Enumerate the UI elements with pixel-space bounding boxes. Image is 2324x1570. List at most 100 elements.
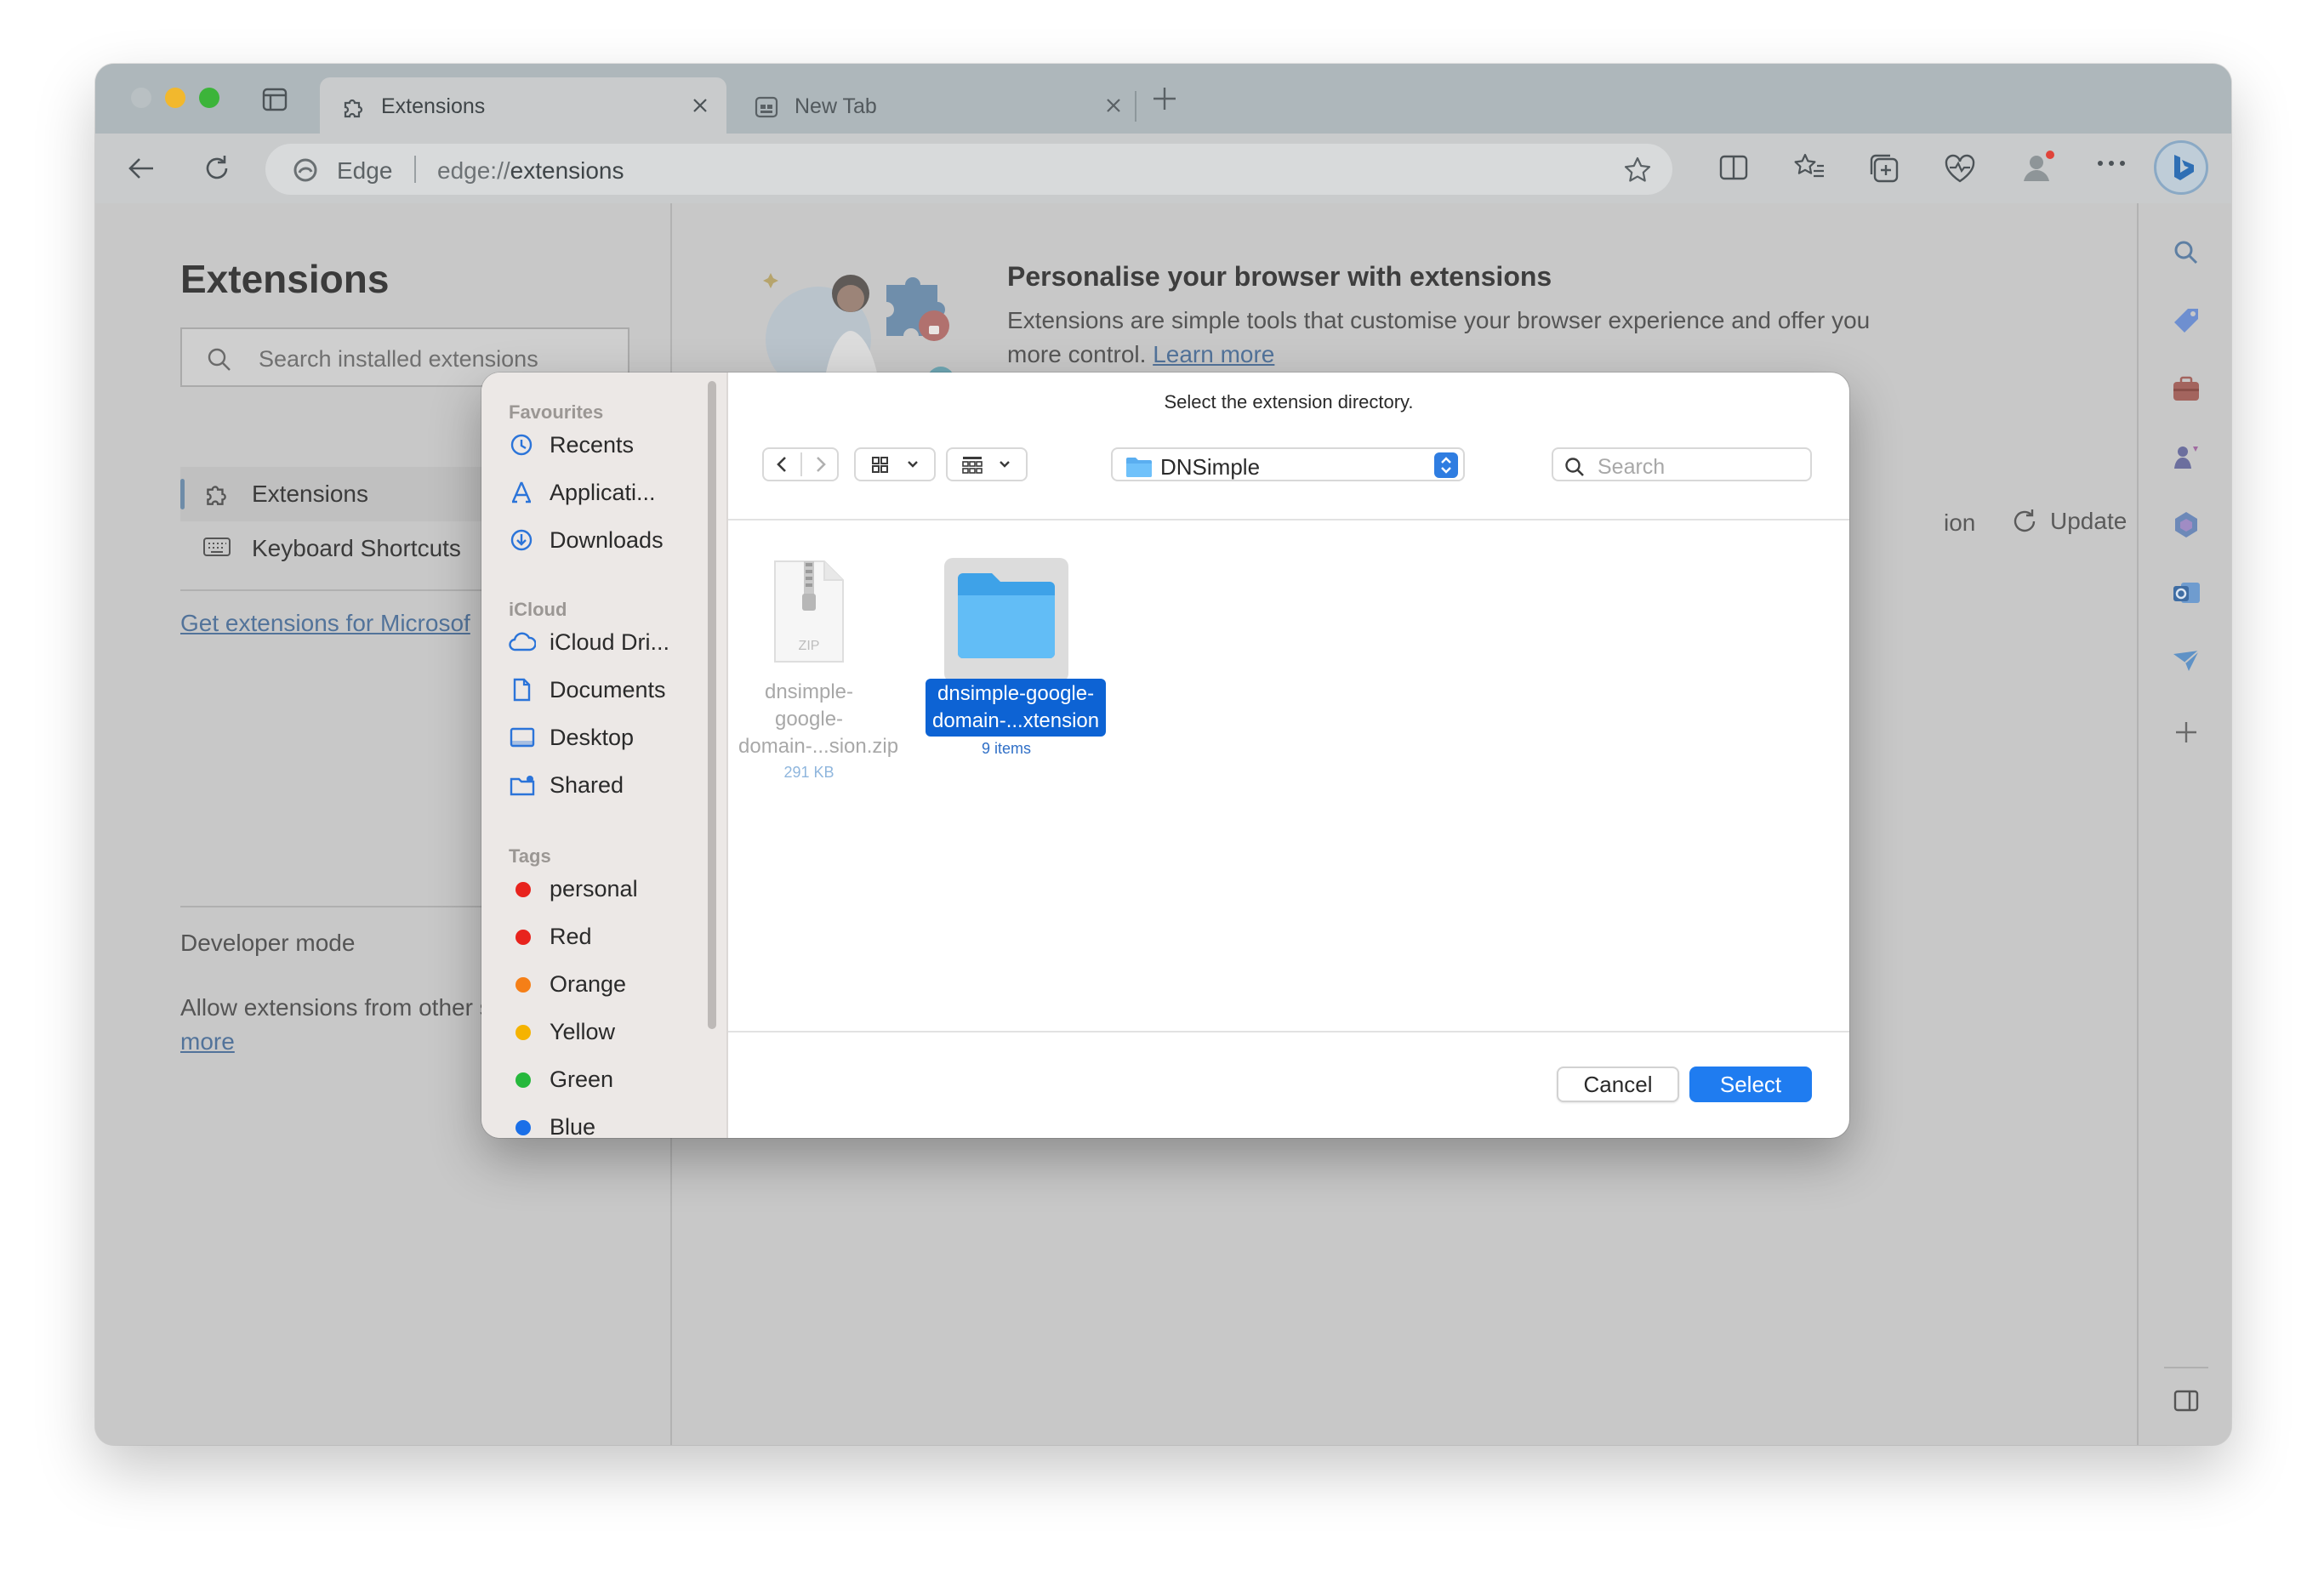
sidebar-item-desktop[interactable]: Desktop (509, 718, 704, 755)
dialog-search-field[interactable]: Search (1552, 447, 1812, 481)
games-icon[interactable] (2171, 441, 2202, 472)
sidebar-tag-blue[interactable]: Blue (509, 1107, 704, 1138)
new-tab-button[interactable] (1150, 84, 1179, 113)
update-button[interactable]: Update (2009, 506, 2127, 537)
sidebar-item-shared[interactable]: Shared (509, 765, 704, 803)
refresh-icon (2009, 506, 2040, 537)
back-button[interactable] (764, 449, 800, 480)
browser-essentials-icon[interactable] (1943, 152, 1977, 185)
red-tag-dot-icon (515, 930, 531, 945)
profile-avatar[interactable] (2019, 149, 2057, 186)
back-icon[interactable] (126, 152, 158, 185)
tab-title: Extensions (381, 94, 486, 118)
maximize-window-button[interactable] (199, 88, 219, 108)
history-nav-buttons (762, 447, 839, 481)
view-mode-dropdown[interactable] (854, 447, 936, 481)
section-header-favourites: Favourites (509, 401, 604, 423)
sidebar-tag-red[interactable]: Red (509, 917, 704, 954)
group-by-dropdown[interactable] (946, 447, 1028, 481)
yellow-tag-dot-icon (515, 1025, 531, 1040)
item-count: 9 items (981, 740, 1032, 757)
close-window-button[interactable] (131, 88, 151, 108)
sidebar-tag-personal[interactable]: personal (509, 869, 704, 907)
banner-description: Extensions are simple tools that customi… (1007, 307, 1871, 367)
developer-mode-label: Developer mode (180, 930, 356, 956)
tools-briefcase-icon[interactable] (2171, 373, 2202, 404)
page-title: Extensions (180, 257, 390, 301)
tab-actions-icon[interactable] (262, 88, 288, 111)
green-tag-dot-icon (515, 1072, 531, 1088)
minimize-window-button[interactable] (165, 88, 185, 108)
toolbar: Edge edge://extensions (95, 134, 2231, 203)
tab-separator (1135, 91, 1136, 122)
sidebar-item-applications[interactable]: Applicati... (509, 473, 704, 510)
get-extensions-link[interactable]: Get extensions for Microsof (180, 610, 470, 637)
sidebar-tag-orange[interactable]: Orange (509, 964, 704, 1002)
microsoft-365-icon[interactable] (2171, 509, 2202, 540)
close-tab-icon[interactable] (1104, 96, 1123, 115)
search-placeholder: Search installed extensions (259, 346, 538, 372)
folder-icon (1125, 456, 1153, 478)
collections-icon[interactable] (1868, 152, 1900, 185)
search-icon (206, 346, 233, 373)
copilot-bing-icon[interactable] (2154, 140, 2208, 195)
tab-extensions[interactable]: Extensions (320, 77, 726, 134)
title-bar: Extensions New Tab (95, 64, 2231, 134)
nav-item-label: Keyboard Shortcuts (252, 535, 461, 561)
file-size: 291 KB (783, 764, 834, 781)
cloud-icon (509, 629, 536, 655)
hide-sidebar-icon[interactable] (2171, 1385, 2202, 1416)
sidebar-item-recents[interactable]: Recents (509, 425, 704, 463)
sidebar-item-downloads[interactable]: Downloads (509, 520, 704, 558)
close-tab-icon[interactable] (691, 96, 709, 115)
edge-sidebar (2137, 203, 2231, 1445)
sidebar-tag-yellow[interactable]: Yellow (509, 1012, 704, 1050)
location-popup[interactable]: DNSimple (1111, 447, 1465, 481)
edge-logo-icon (293, 157, 318, 183)
sidebar-divider (2164, 1367, 2208, 1368)
keyboard-icon (202, 535, 231, 559)
tab-title: New Tab (795, 94, 877, 118)
address-bar[interactable]: Edge edge://extensions (265, 144, 1672, 195)
learn-more-link[interactable]: Learn more (1153, 341, 1274, 367)
file-item-zip[interactable]: ZIP dnsimple-google-domain-...sion.zip 2… (738, 558, 898, 782)
orange-tag-dot-icon (515, 977, 531, 993)
partially-hidden-button-label: ion (1944, 509, 1976, 536)
shopping-tag-icon[interactable] (2171, 305, 2202, 336)
cancel-button[interactable]: Cancel (1557, 1067, 1679, 1102)
document-icon (509, 677, 534, 703)
outlook-icon[interactable] (2171, 577, 2202, 608)
search-icon (1564, 456, 1586, 478)
zip-file-icon: ZIP (768, 558, 850, 665)
forward-button[interactable] (802, 449, 839, 480)
dialog-sidebar: Favourites Recents Applicati... Download… (481, 373, 728, 1138)
split-screen-icon[interactable] (1718, 152, 1749, 183)
drop-send-icon[interactable] (2171, 646, 2202, 676)
favorites-icon[interactable] (1793, 152, 1826, 183)
sidebar-scrollbar[interactable] (708, 381, 716, 1029)
download-icon (509, 527, 534, 553)
file-item-folder-selected[interactable]: dnsimple-google-domain-...xtension 9 ite… (926, 558, 1107, 758)
desktop-icon (509, 725, 536, 750)
file-name: dnsimple-google-domain-...xtension (926, 679, 1107, 737)
search-icon[interactable] (2171, 237, 2202, 268)
select-button[interactable]: Select (1689, 1067, 1812, 1102)
clock-icon (509, 432, 534, 458)
refresh-icon[interactable] (201, 152, 233, 185)
newtab-icon (754, 94, 779, 120)
search-placeholder: Search (1598, 455, 1666, 479)
section-header-tags: Tags (509, 845, 551, 867)
banner-title: Personalise your browser with extensions (1007, 261, 1552, 292)
favorite-star-icon[interactable] (1623, 156, 1652, 185)
applications-icon (509, 480, 534, 505)
tab-new-tab[interactable]: New Tab (733, 77, 1140, 134)
sidebar-item-documents[interactable]: Documents (509, 670, 704, 708)
zip-badge-text: ZIP (799, 639, 820, 653)
add-sidebar-app-icon[interactable] (2171, 717, 2202, 748)
more-options-icon[interactable] (2096, 159, 2127, 168)
file-picker-dialog: Favourites Recents Applicati... Download… (481, 373, 1849, 1138)
dialog-title: Select the extension directory. (1164, 391, 1414, 412)
blue-tag-dot-icon (515, 1120, 531, 1135)
sidebar-item-icloud-drive[interactable]: iCloud Dri... (509, 623, 704, 660)
sidebar-tag-green[interactable]: Green (509, 1060, 704, 1097)
